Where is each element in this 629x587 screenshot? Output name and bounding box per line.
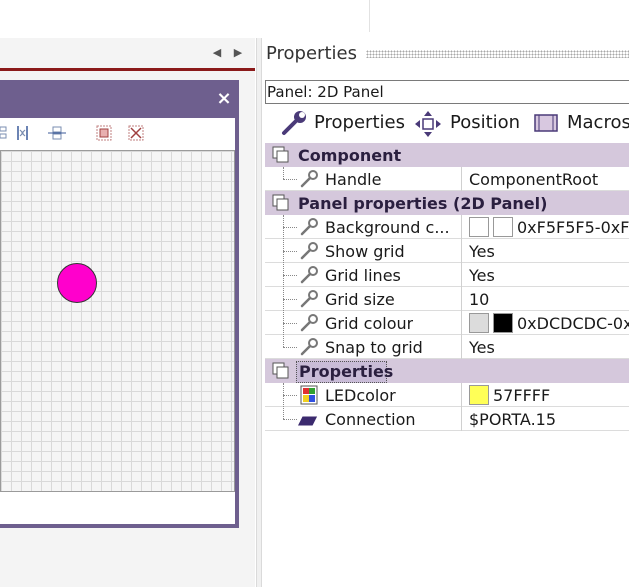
panel-footer [0,492,235,524]
color-swatch[interactable] [493,313,513,333]
property-label: Snap to grid [325,338,423,357]
property-label: Grid lines [325,266,401,285]
led-component[interactable] [57,263,97,303]
top-bar [0,0,629,38]
property-row[interactable] [265,407,629,431]
pane-splitter[interactable] [256,38,262,587]
group-icon[interactable] [48,124,66,142]
property-label: Grid size [325,290,395,309]
panel-2d-titlebar[interactable] [0,80,239,118]
tree-line [283,323,297,324]
property-value[interactable]: 10 [469,290,489,309]
property-value[interactable]: Yes [469,338,495,357]
property-row[interactable] [265,383,629,407]
wrench-icon [282,111,306,135]
wrench-icon [300,290,318,308]
component-selector-value: Panel: 2D Panel [267,83,384,101]
tree-line [283,227,297,228]
column-divider [461,167,462,191]
panel-grid-canvas[interactable] [0,150,235,492]
tree-line [283,179,297,180]
copy-stack-icon [272,194,289,211]
tab-macros-label: Macros [567,112,629,133]
property-value[interactable]: 57FFFF [493,386,550,405]
property-label: Background c... [325,218,450,237]
property-value[interactable]: 0xDCDCDC-0x [517,314,629,333]
color-swatch[interactable] [469,217,489,237]
property-value[interactable]: Yes [469,266,495,285]
wrench-icon [300,242,318,260]
property-value[interactable]: ComponentRoot [469,170,598,189]
copy-stack-icon [272,362,289,379]
property-value[interactable]: 0xF5F5F5-0xF [517,218,629,237]
tree-line [283,167,284,179]
color-swatch[interactable] [469,313,489,333]
property-label: Show grid [325,242,405,261]
distribute-icon[interactable] [15,124,33,142]
chevron-left-icon[interactable]: ◀ [210,45,224,61]
move-arrows-icon [415,111,441,137]
property-row[interactable] [265,263,629,287]
tree-line [283,383,284,419]
wrench-icon [300,338,318,356]
tab-position-label: Position [450,112,521,133]
tab-properties-label: Properties [314,112,405,133]
wrench-icon [300,266,318,284]
palette-icon [300,385,318,405]
chevron-right-icon[interactable]: ▶ [231,45,245,61]
property-row[interactable] [265,335,629,359]
property-label: Connection [325,410,416,429]
chip-icon [534,114,558,132]
header-grip[interactable] [366,50,629,58]
properties-title: Properties [266,43,357,64]
select-all-icon[interactable] [95,124,113,142]
tree-line [283,419,297,420]
column-divider [461,215,462,359]
property-label: Grid colour [325,314,414,333]
wrench-icon [300,170,318,188]
property-value[interactable]: Yes [469,242,495,261]
tree-line [283,215,284,347]
category-title: Panel properties (2D Panel) [298,194,548,213]
column-divider [461,383,462,431]
copy-stack-icon [272,146,289,163]
connection-icon [298,416,318,426]
tree-line [283,299,297,300]
category-title: Properties [299,362,394,381]
tree-line [283,347,297,348]
property-label: LEDcolor [325,386,396,405]
panel-toolbar [0,118,235,150]
tree-line [283,395,297,396]
property-row[interactable] [265,239,629,263]
tree-line [283,251,297,252]
toolbar-divider [369,0,370,32]
property-label: Handle [325,170,382,189]
wrench-icon [300,218,318,236]
color-swatch[interactable] [493,217,513,237]
color-swatch[interactable] [469,385,489,405]
tree-line [283,275,297,276]
ungroup-icon[interactable] [127,124,145,142]
wrench-icon [300,314,318,332]
property-row[interactable] [265,287,629,311]
category-title: Component [298,146,402,165]
property-value[interactable]: $PORTA.15 [469,410,556,429]
close-icon[interactable]: × [214,88,234,110]
